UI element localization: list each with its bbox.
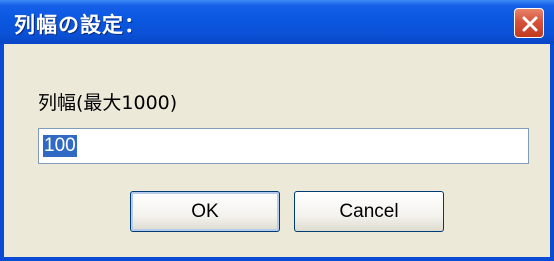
close-icon: [522, 16, 538, 32]
ok-button[interactable]: OK: [130, 191, 280, 232]
close-button[interactable]: [514, 8, 544, 38]
dialog-title: 列幅の設定：: [14, 13, 146, 37]
column-width-input[interactable]: [38, 128, 529, 164]
title-bar[interactable]: 列幅の設定：: [0, 0, 554, 44]
column-width-label: 列幅(最大1000): [38, 92, 178, 114]
column-width-dialog: 列幅の設定： 列幅(最大1000) 100 OK Cancel: [0, 0, 554, 261]
cancel-button[interactable]: Cancel: [294, 191, 444, 232]
